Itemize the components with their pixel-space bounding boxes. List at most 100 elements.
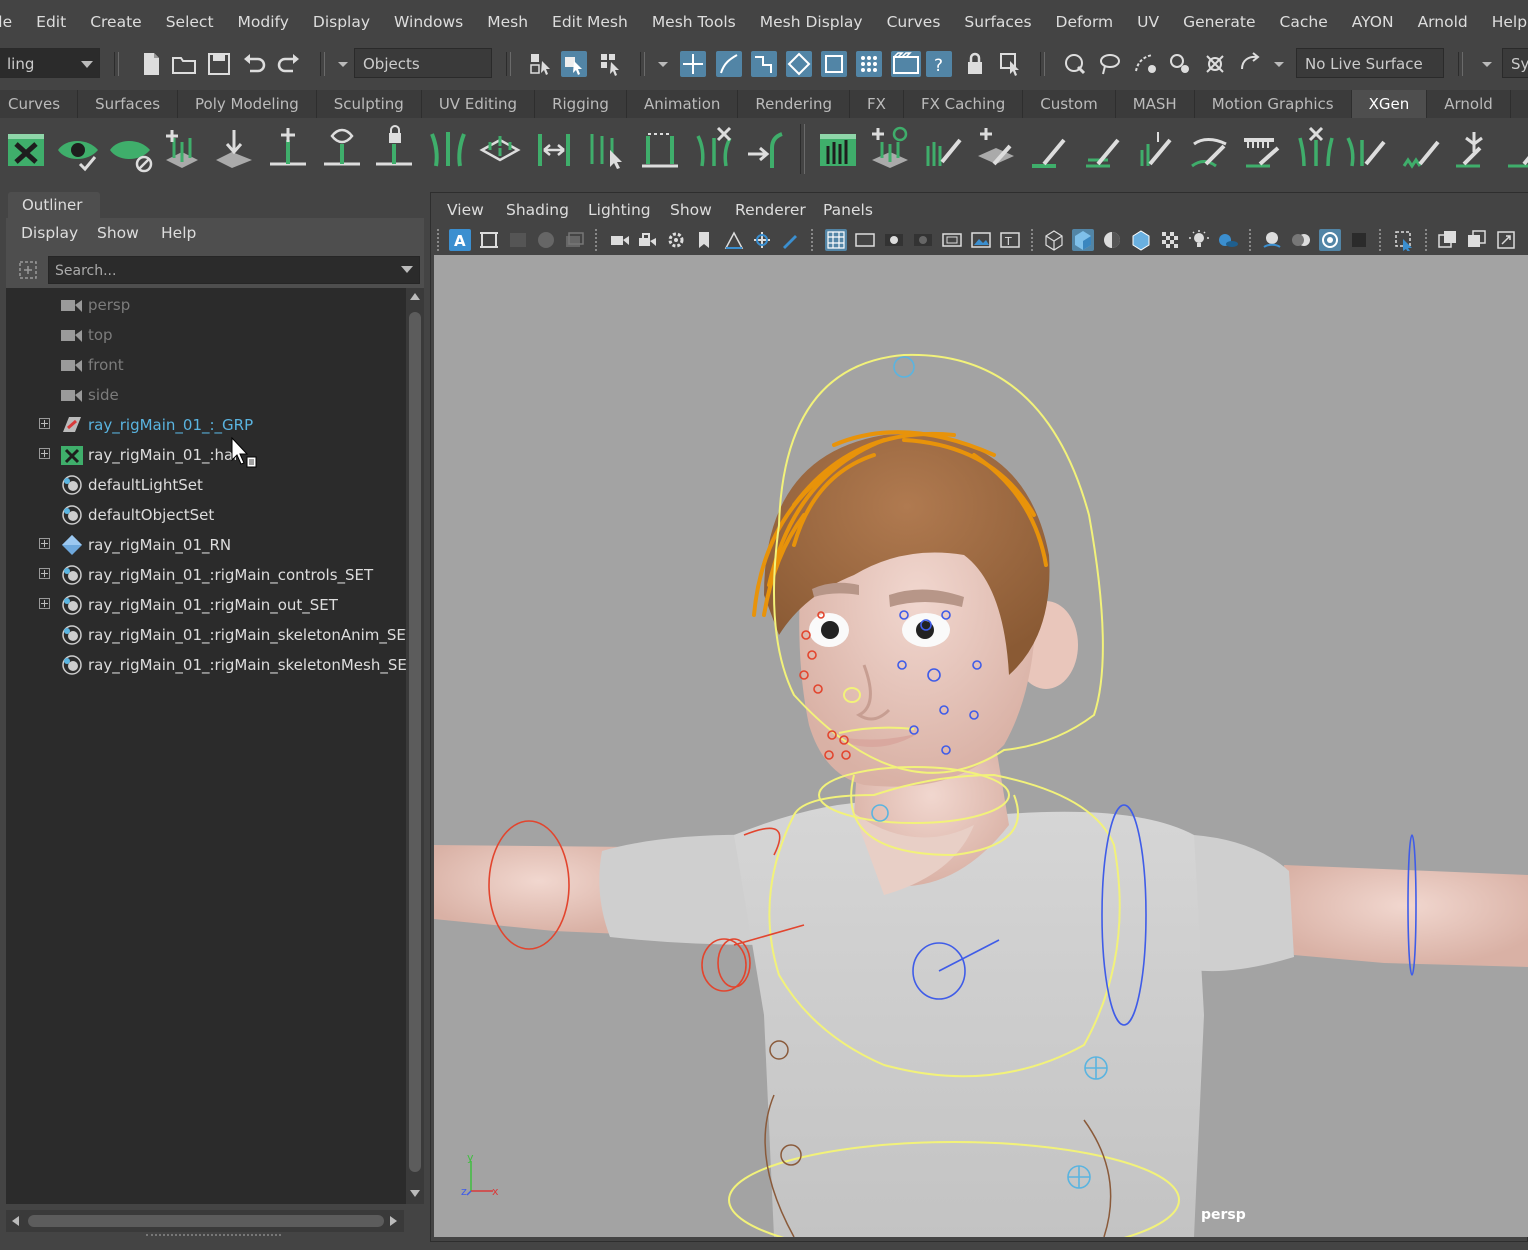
guides-to-curves-icon[interactable] (742, 124, 790, 174)
scroll-down-icon[interactable] (410, 1190, 420, 1197)
shelf-tab-surfaces[interactable]: Surfaces (78, 90, 179, 118)
create-description-icon[interactable] (866, 124, 914, 174)
outliner-item[interactable]: ray_rigMain_01_:rigMain_skeletonAnim_SET (6, 620, 415, 650)
guide-length-icon[interactable] (530, 124, 578, 174)
viewport-menu-show[interactable]: Show (670, 201, 712, 219)
add-guide-icon[interactable] (158, 124, 206, 174)
help-icon[interactable]: ? (926, 51, 952, 77)
shelf-tab-sculpting[interactable]: Sculpting (317, 90, 422, 118)
menu-generate[interactable]: Generate (1183, 13, 1255, 31)
symmetry-select-icon[interactable] (1167, 51, 1193, 77)
shelf-tab-uv-editing[interactable]: UV Editing (422, 90, 536, 118)
xgen-hide-preview-icon[interactable] (106, 124, 154, 174)
expand-icon[interactable] (39, 538, 50, 549)
live-surface-field[interactable]: No Live Surface (1296, 48, 1444, 78)
snap-point-icon[interactable] (751, 51, 777, 77)
viewport-menu-shading[interactable]: Shading (506, 201, 569, 219)
viewport-menu-view[interactable]: View (447, 201, 484, 219)
image-plane-icon[interactable] (535, 229, 557, 251)
shelf-tab-poly-modeling[interactable]: Poly Modeling (178, 90, 317, 118)
camera-attributes-icon[interactable] (478, 229, 500, 251)
groom-brush-icon[interactable] (920, 124, 968, 174)
igroom-editor-icon[interactable] (814, 124, 862, 174)
grid-icon[interactable] (825, 229, 847, 251)
menuset-dropdown[interactable]: ling (0, 48, 100, 78)
selection-mode-dropdown[interactable]: Objects (354, 48, 492, 78)
clump-brush-icon[interactable] (1240, 124, 1288, 174)
outliner-item[interactable]: ray_rigMain_01_:rigMain_controls_SET (6, 560, 404, 590)
shadows-icon[interactable] (1217, 229, 1239, 251)
guide-normalize-icon[interactable] (636, 124, 684, 174)
undo-icon[interactable] (241, 51, 267, 77)
part-brush-icon[interactable] (1344, 124, 1392, 174)
outliner-vertical-scrollbar[interactable] (406, 288, 424, 1204)
drag-select-icon[interactable] (1237, 51, 1263, 77)
outliner-item[interactable]: ray_rigMain_01_:rigMain_out_SET (6, 590, 404, 620)
menu-uv[interactable]: UV (1137, 13, 1159, 31)
outliner-tab[interactable]: Outliner (8, 192, 100, 218)
snap-curve-icon[interactable] (716, 51, 742, 77)
redo-icon[interactable] (276, 51, 302, 77)
xgen-editor-icon[interactable] (2, 124, 50, 174)
xray-joints-icon[interactable] (1466, 229, 1488, 251)
menu-surfaces[interactable]: Surfaces (964, 13, 1031, 31)
outliner-item[interactable]: persp (6, 290, 404, 320)
motion-blur-icon[interactable] (1290, 229, 1312, 251)
smooth-brush-icon[interactable] (1186, 124, 1234, 174)
render-grid-icon[interactable] (856, 51, 882, 77)
smooth-shade-icon[interactable] (1072, 229, 1094, 251)
render-frame-icon[interactable] (891, 51, 921, 77)
chevron-down-icon[interactable] (336, 51, 350, 77)
add-single-guide-icon[interactable] (264, 124, 312, 174)
shelf-tab-rendering[interactable]: Rendering (738, 90, 851, 118)
expand-icon[interactable] (39, 568, 50, 579)
snap-grid-icon[interactable] (680, 51, 706, 77)
save-scene-icon[interactable] (206, 51, 232, 77)
menu-display[interactable]: Display (313, 13, 370, 31)
attribute-brush-icon[interactable] (1502, 124, 1528, 174)
menu-arnold[interactable]: Arnold (1418, 13, 1468, 31)
select-component-icon[interactable] (598, 51, 624, 77)
viewport-menu-lighting[interactable]: Lighting (588, 201, 651, 219)
paint-icon[interactable] (779, 229, 801, 251)
camera-lock-icon[interactable] (637, 229, 659, 251)
camera-icon[interactable] (609, 229, 631, 251)
menu-mesh-tools[interactable]: Mesh Tools (652, 13, 736, 31)
shelf-tab-animation[interactable]: Animation (627, 90, 739, 118)
menu-windows[interactable]: Windows (394, 13, 463, 31)
3d-scene-view[interactable]: y z x persp (434, 255, 1528, 1237)
menu-select[interactable]: Select (166, 13, 214, 31)
expand-icon[interactable] (39, 418, 50, 429)
panel-resize-grip[interactable] (146, 1234, 281, 1238)
chevron-down-icon[interactable] (656, 51, 670, 77)
outliner-item[interactable]: ray_rigMain_01_:_GRP (6, 410, 404, 440)
outliner-search-input[interactable] (53, 260, 387, 282)
outliner-menu-display[interactable]: Display (21, 224, 78, 242)
select-guide-icon[interactable] (318, 124, 366, 174)
scroll-right-icon[interactable] (390, 1216, 397, 1226)
field-chart-icon[interactable] (941, 229, 963, 251)
menu-edit-mesh[interactable]: Edit Mesh (552, 13, 628, 31)
menu-help[interactable]: Help (1492, 13, 1527, 31)
guide-density-icon[interactable] (476, 124, 524, 174)
shelf-tab-curves[interactable]: Curves (0, 90, 79, 118)
paint-select-icon[interactable] (1132, 51, 1158, 77)
filter-icon[interactable] (16, 258, 40, 282)
grease-pencil-icon[interactable] (563, 229, 585, 251)
outliner-item[interactable]: defaultLightSet (6, 470, 404, 500)
select-object-icon[interactable] (561, 51, 587, 77)
wireframe-on-shaded-icon[interactable] (1130, 229, 1152, 251)
outliner-item[interactable]: top (6, 320, 404, 350)
outliner-menu-show[interactable]: Show (97, 224, 139, 242)
2d-pan-zoom-icon[interactable] (723, 229, 745, 251)
freeze-brush-icon[interactable] (1450, 124, 1498, 174)
place-guide-icon[interactable] (210, 124, 258, 174)
menu-mesh[interactable]: Mesh (487, 13, 528, 31)
shelf-tab-fx[interactable]: FX (850, 90, 904, 118)
viewport-menu-panels[interactable]: Panels (823, 201, 873, 219)
select-hierarchy-icon[interactable] (528, 51, 554, 77)
anti-aliasing-icon[interactable] (1319, 229, 1341, 251)
noise-brush-icon[interactable] (1398, 124, 1446, 174)
tweak-select-icon[interactable] (1202, 51, 1228, 77)
shelf-tab-motion-graphics[interactable]: Motion Graphics (1195, 90, 1352, 118)
